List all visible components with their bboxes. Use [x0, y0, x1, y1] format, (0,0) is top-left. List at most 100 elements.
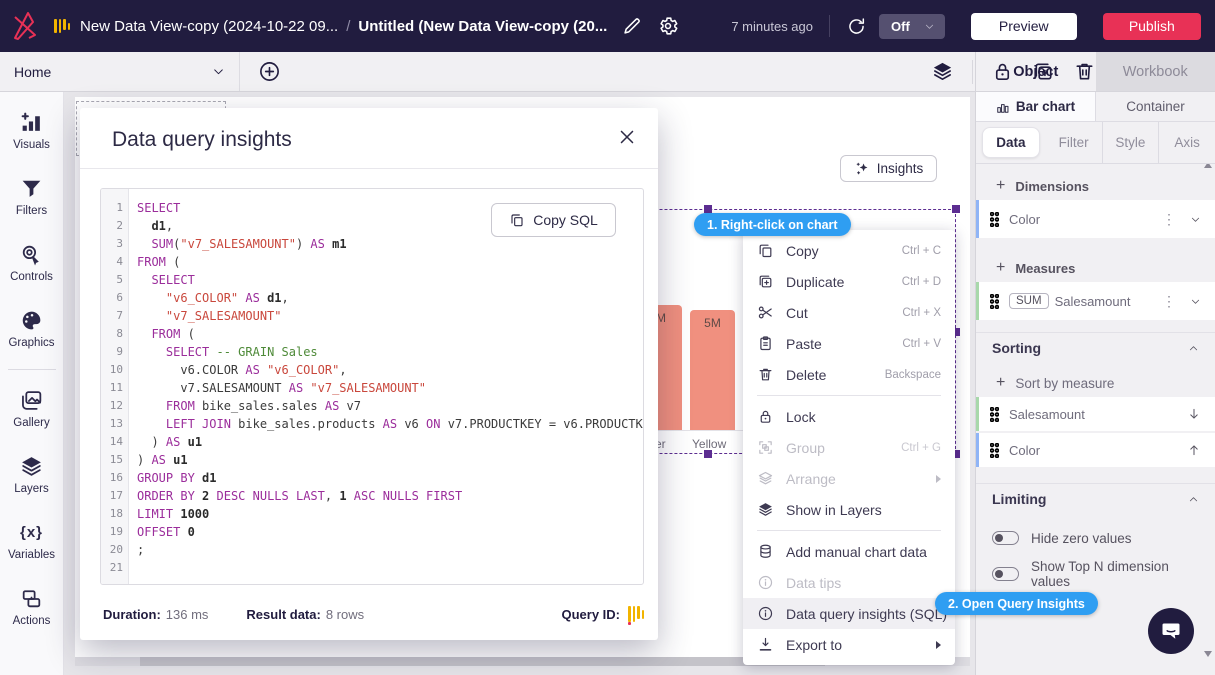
- menu-item-export-to[interactable]: Export to: [743, 629, 955, 660]
- sidebar-item-graphics[interactable]: Graphics: [8, 308, 54, 349]
- measure-row-salesamount[interactable]: SUMSalesamount⋮: [976, 282, 1215, 320]
- dimension-row-color[interactable]: Color⋮: [976, 200, 1215, 238]
- drag-handle[interactable]: [990, 294, 999, 309]
- menu-item-data-query-insights-sql[interactable]: Data query insights (SQL): [743, 598, 955, 629]
- autosave-value: Off: [891, 19, 910, 34]
- sort-row-salesamount[interactable]: Salesamount: [976, 397, 1215, 431]
- arrow-up-icon[interactable]: [1187, 443, 1201, 457]
- drag-handle[interactable]: [990, 407, 999, 422]
- tab-filter[interactable]: Filter: [1046, 122, 1103, 163]
- chevron-down-icon[interactable]: [1190, 214, 1201, 225]
- menu-item-copy[interactable]: CopyCtrl + C: [743, 235, 955, 266]
- menu-item-show-in-layers[interactable]: Show in Layers: [743, 494, 955, 525]
- menu-item-paste[interactable]: PasteCtrl + V: [743, 328, 955, 359]
- tab-style[interactable]: Style: [1103, 122, 1160, 163]
- sorting-title: Sorting: [992, 340, 1041, 356]
- show-in-layers-icon: [757, 501, 774, 518]
- add-sort-by-measure-button[interactable]: + Sort by measure: [976, 369, 1215, 397]
- drag-handle[interactable]: [990, 443, 999, 458]
- tab-object[interactable]: Object: [976, 52, 1096, 91]
- menu-item-cut[interactable]: CutCtrl + X: [743, 297, 955, 328]
- sidebar-item-controls[interactable]: Controls: [10, 242, 53, 283]
- layers-icon: [19, 454, 44, 479]
- bar-yellow[interactable]: 5M: [690, 310, 735, 430]
- add-measures-button[interactable]: + Measures: [976, 254, 1215, 282]
- insights-button[interactable]: Insights: [840, 155, 937, 182]
- drag-handle[interactable]: [990, 212, 999, 227]
- kebab-menu-icon[interactable]: ⋮: [1162, 293, 1176, 310]
- layers-toolbar-icon[interactable]: [931, 60, 954, 83]
- copy-sql-button[interactable]: Copy SQL: [491, 203, 616, 237]
- menu-item-lock[interactable]: Lock: [743, 401, 955, 432]
- sidebar-item-gallery[interactable]: Gallery: [13, 388, 49, 429]
- line-number: 19: [101, 523, 123, 541]
- menu-item-add-manual-chart-data[interactable]: Add manual chart data: [743, 536, 955, 567]
- menu-item-shortcut: Ctrl + D: [902, 276, 941, 288]
- line-number: 6: [101, 289, 123, 307]
- panel-scroll-down-icon[interactable]: [1204, 651, 1212, 657]
- sidebar-item-layers[interactable]: Layers: [14, 454, 49, 495]
- sort-row-color[interactable]: Color: [976, 433, 1215, 467]
- limiting-title: Limiting: [992, 491, 1046, 507]
- breadcrumb-parent[interactable]: New Data View-copy (2024-10-22 09...: [80, 18, 338, 35]
- group-icon: [757, 439, 774, 456]
- top-header: New Data View-copy (2024-10-22 09... / U…: [0, 0, 1215, 52]
- add-dimensions-button[interactable]: + Dimensions: [976, 172, 1215, 200]
- close-icon[interactable]: [616, 126, 638, 148]
- scrollbar-thumb[interactable]: [140, 657, 825, 666]
- preview-button[interactable]: Preview: [971, 13, 1077, 40]
- submenu-arrow-icon: [936, 475, 941, 483]
- aggregation-chip[interactable]: SUM: [1009, 293, 1049, 309]
- panel-scroll-up-icon[interactable]: [1204, 164, 1212, 168]
- selection-handle[interactable]: [704, 450, 712, 458]
- chevron-up-icon: [1188, 343, 1199, 354]
- tab-bar-chart[interactable]: Bar chart: [976, 92, 1096, 121]
- menu-item-delete[interactable]: DeleteBackspace: [743, 359, 955, 390]
- limiting-section: Limiting Hide zero valuesShow Top N dime…: [976, 483, 1215, 592]
- sidebar-item-actions[interactable]: Actions: [13, 586, 51, 627]
- tab-data[interactable]: Data: [982, 127, 1040, 158]
- toggle-switch[interactable]: [992, 567, 1019, 581]
- publish-button[interactable]: Publish: [1103, 13, 1201, 40]
- sidebar-item-variables[interactable]: {x}Variables: [8, 520, 55, 561]
- refresh-icon[interactable]: [846, 16, 867, 37]
- sql-line: GROUP BY d1: [137, 469, 643, 487]
- autosave-dropdown[interactable]: Off: [879, 14, 945, 39]
- variables-icon: {x}: [19, 520, 44, 545]
- line-number: 18: [101, 505, 123, 523]
- sql-code: SELECT d1, SUM("v7_SALESAMOUNT") AS m1FR…: [129, 189, 643, 584]
- tab-axis[interactable]: Axis: [1159, 122, 1215, 163]
- sorting-section: Sorting + Sort by measure SalesamountCol…: [976, 332, 1215, 467]
- menu-item-arrange: Arrange: [743, 463, 955, 494]
- breadcrumb-current[interactable]: Untitled (New Data View-copy (20...: [358, 18, 607, 35]
- menu-item-label: Duplicate: [786, 274, 890, 290]
- chevron-up-icon: [1188, 494, 1199, 505]
- selection-handle[interactable]: [952, 205, 960, 213]
- tab-container[interactable]: Container: [1096, 92, 1215, 121]
- add-page-icon[interactable]: [258, 60, 281, 83]
- chevron-down-icon: [212, 65, 225, 78]
- copy-icon: [757, 242, 774, 259]
- kebab-menu-icon[interactable]: ⋮: [1162, 211, 1176, 228]
- toggle-switch[interactable]: [992, 531, 1019, 545]
- rename-pencil-icon[interactable]: [621, 15, 643, 37]
- selection-handle[interactable]: [704, 205, 712, 213]
- settings-gear-icon[interactable]: [657, 15, 679, 37]
- sidebar-item-filters[interactable]: Filters: [16, 176, 47, 217]
- chevron-down-icon[interactable]: [1190, 296, 1201, 307]
- tab-bar-chart-label: Bar chart: [1016, 99, 1075, 114]
- x-axis-label: Yellow: [692, 437, 726, 451]
- left-sidebar: Visuals Filters Controls Graphics Gallery Lay…: [0, 92, 64, 675]
- page-selector[interactable]: Home: [0, 52, 240, 91]
- sorting-header[interactable]: Sorting: [976, 333, 1215, 363]
- actions-icon: [19, 586, 44, 611]
- menu-item-duplicate[interactable]: Duplicate Ctrl + D: [743, 266, 955, 297]
- tab-workbook[interactable]: Workbook: [1096, 52, 1215, 91]
- sidebar-item-visuals[interactable]: Visuals: [13, 110, 50, 151]
- bar-value-label: 5M: [704, 316, 721, 330]
- limiting-header[interactable]: Limiting: [976, 484, 1215, 514]
- arrow-down-icon[interactable]: [1187, 407, 1201, 421]
- chat-fab-button[interactable]: [1148, 608, 1194, 654]
- line-number: 2: [101, 217, 123, 235]
- menu-item-shortcut: Ctrl + V: [902, 338, 941, 350]
